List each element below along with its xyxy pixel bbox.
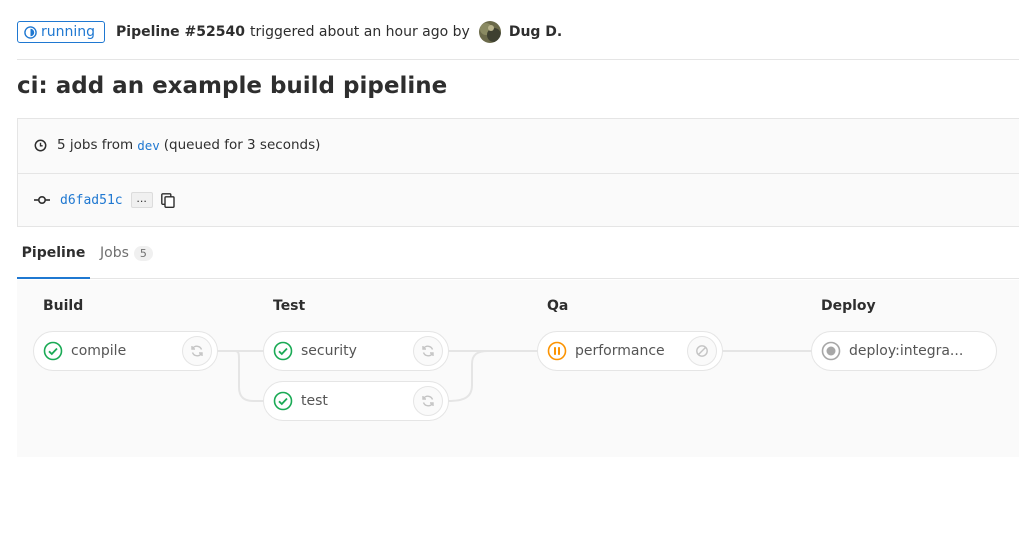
pipeline-id: Pipeline #52540 bbox=[116, 24, 245, 40]
stage-qa-title: Qa bbox=[547, 298, 569, 314]
job-test[interactable]: test bbox=[263, 381, 449, 421]
pipeline-info-box: 5 jobs from dev (queued for 3 seconds) d… bbox=[17, 118, 1019, 227]
retry-button[interactable] bbox=[413, 386, 443, 416]
pause-circle-icon bbox=[547, 341, 567, 361]
job-name: compile bbox=[71, 343, 127, 359]
retry-button[interactable] bbox=[182, 336, 212, 366]
tab-jobs-label: Jobs bbox=[100, 245, 129, 261]
expand-commit-button[interactable]: ... bbox=[130, 192, 153, 208]
tab-jobs[interactable]: Jobs 5 bbox=[100, 228, 153, 278]
job-security[interactable]: security bbox=[263, 331, 449, 371]
pipeline-header: running Pipeline #52540 triggered about … bbox=[17, 20, 562, 44]
branch-link[interactable]: dev bbox=[137, 138, 160, 153]
avatar[interactable] bbox=[478, 21, 501, 43]
retry-icon bbox=[422, 345, 434, 357]
retry-button[interactable] bbox=[413, 336, 443, 366]
jobs-info: 5 jobs from dev (queued for 3 seconds) bbox=[34, 137, 320, 153]
pipeline-graph: Build Test Qa Deploy compile security te… bbox=[17, 280, 1019, 457]
job-name: deploy:integra... bbox=[849, 343, 964, 359]
retry-icon bbox=[422, 395, 434, 407]
cancel-icon bbox=[696, 345, 708, 357]
stage-deploy-title: Deploy bbox=[821, 298, 876, 314]
stage-build-title: Build bbox=[43, 298, 84, 314]
job-deploy-integration[interactable]: deploy:integra... bbox=[811, 331, 997, 371]
triggered-text: triggered about an hour ago by bbox=[249, 24, 470, 40]
jobs-count-text: 5 jobs from bbox=[57, 137, 134, 153]
tab-pipeline-label: Pipeline bbox=[21, 245, 86, 261]
check-circle-icon bbox=[273, 341, 293, 361]
job-compile[interactable]: compile bbox=[33, 331, 218, 371]
retry-icon bbox=[191, 345, 203, 357]
user-name-link[interactable]: Dug D. bbox=[509, 24, 562, 40]
jobs-count-badge: 5 bbox=[133, 245, 153, 261]
check-circle-icon bbox=[43, 341, 63, 361]
created-circle-icon bbox=[821, 341, 841, 361]
commit-sha-link[interactable]: d6fad51c bbox=[60, 193, 123, 208]
job-name: performance bbox=[575, 343, 665, 359]
cancel-button[interactable] bbox=[687, 336, 717, 366]
header-divider bbox=[17, 59, 1019, 60]
running-status-icon bbox=[24, 25, 37, 39]
status-label: running bbox=[41, 24, 96, 40]
clock-icon bbox=[34, 139, 47, 151]
page-title: ci: add an example build pipeline bbox=[17, 73, 448, 99]
info-divider bbox=[18, 173, 1019, 174]
commit-info: d6fad51c ... bbox=[34, 192, 175, 208]
tab-pipeline[interactable]: Pipeline bbox=[17, 228, 90, 279]
stage-test-title: Test bbox=[273, 298, 306, 314]
pipeline-tabs: Pipeline Jobs 5 bbox=[17, 228, 1019, 279]
clipboard-icon[interactable] bbox=[160, 192, 175, 208]
job-name: test bbox=[301, 393, 328, 409]
job-performance[interactable]: performance bbox=[537, 331, 723, 371]
commit-icon bbox=[34, 195, 50, 205]
queued-text: (queued for 3 seconds) bbox=[163, 137, 321, 153]
check-circle-icon bbox=[273, 391, 293, 411]
job-name: security bbox=[301, 343, 357, 359]
status-badge[interactable]: running bbox=[17, 21, 106, 43]
